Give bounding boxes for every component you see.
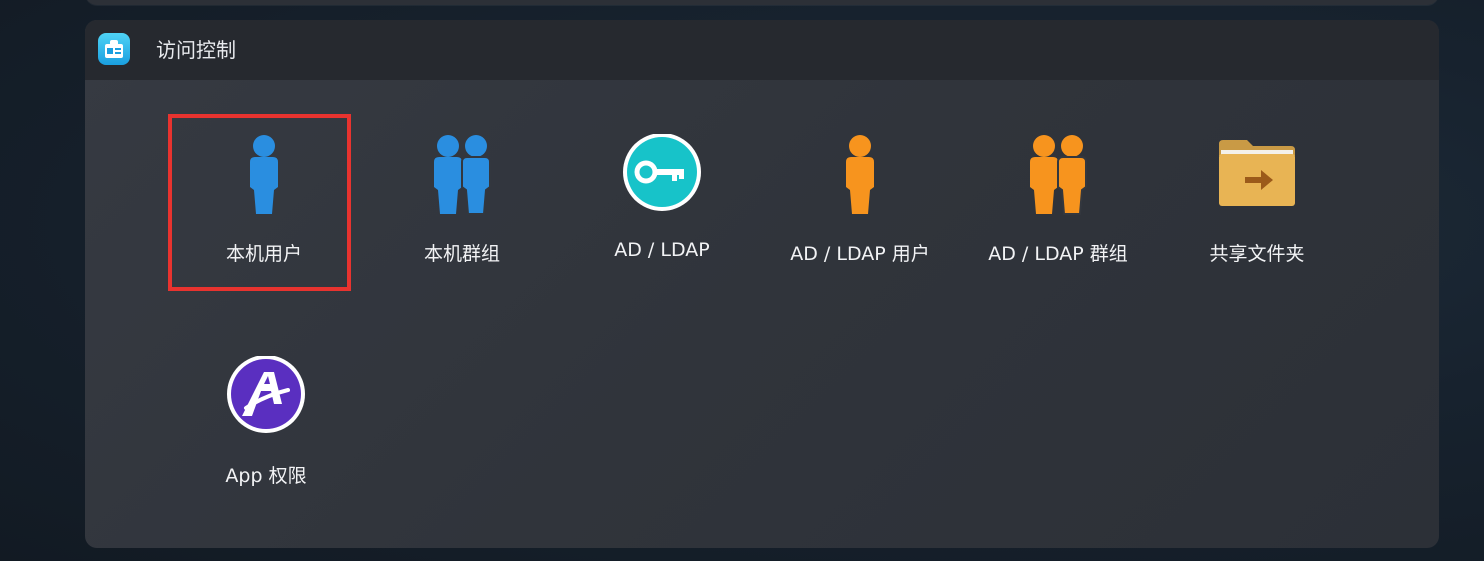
tile-app-permission[interactable]: App 权限 — [172, 339, 360, 499]
panel-header: 访问控制 — [85, 20, 1439, 80]
tile-shared-folder[interactable]: 共享文件夹 — [1163, 117, 1351, 277]
tile-label: AD / LDAP 用户 — [790, 243, 930, 265]
access-control-app-icon — [98, 33, 130, 65]
ldap-group-icon — [1030, 135, 1087, 215]
local-user-icon — [250, 135, 278, 214]
access-control-panel: 访问控制 本机用户 本机群组 AD / LDAP AD / LDAP 用户 AD… — [85, 20, 1439, 548]
tile-ad-ldap-group[interactable]: AD / LDAP 群组 — [964, 117, 1152, 277]
tile-label: 本机群组 — [423, 243, 500, 265]
tile-label: App 权限 — [225, 465, 307, 487]
previous-panel-edge — [85, 0, 1439, 5]
panel-title: 访问控制 — [156, 38, 236, 62]
tile-local-group[interactable]: 本机群组 — [368, 117, 556, 277]
tile-local-user[interactable]: 本机用户 — [170, 117, 358, 277]
app-permission-icon — [227, 356, 305, 433]
tile-ad-ldap-user[interactable]: AD / LDAP 用户 — [766, 117, 954, 277]
tile-label: AD / LDAP 群组 — [988, 243, 1128, 265]
local-group-icon — [434, 135, 491, 215]
access-control-grid: 本机用户 本机群组 AD / LDAP AD / LDAP 用户 AD / LD… — [85, 80, 1439, 548]
tile-ad-ldap[interactable]: AD / LDAP — [568, 117, 756, 277]
shared-folder-icon — [1219, 140, 1295, 206]
tile-label: 本机用户 — [225, 243, 302, 265]
key-icon — [623, 134, 701, 211]
ldap-user-icon — [846, 135, 874, 214]
tile-label: 共享文件夹 — [1209, 243, 1305, 265]
tile-label: AD / LDAP — [614, 239, 710, 261]
